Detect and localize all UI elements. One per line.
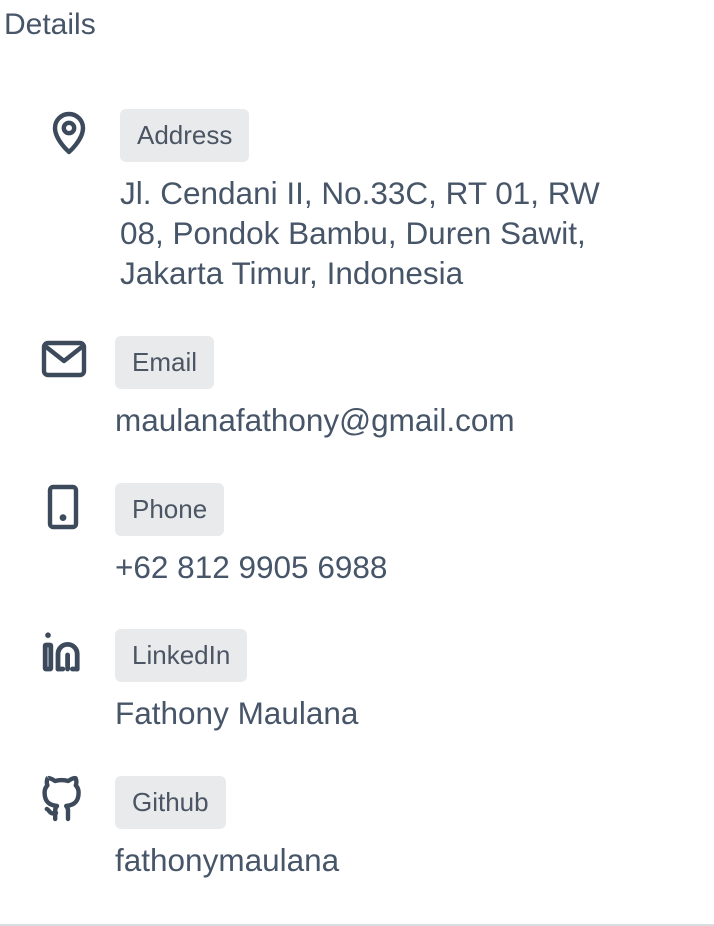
mail-icon bbox=[40, 335, 88, 383]
linkedin-value[interactable]: Fathony Maulana bbox=[115, 693, 358, 733]
github-value[interactable]: fathonymaulana bbox=[115, 840, 339, 880]
address-label-badge: Address bbox=[120, 109, 250, 162]
linkedin-icon bbox=[40, 628, 88, 676]
phone-value[interactable]: +62 812 9905 6988 bbox=[115, 547, 387, 587]
map-pin-icon bbox=[45, 108, 93, 156]
email-label-badge: Email bbox=[115, 336, 215, 389]
details-panel: Details Address Jl. Cendani II, No.33C, … bbox=[0, 0, 714, 926]
linkedin-label-badge: LinkedIn bbox=[115, 629, 248, 682]
github-label-badge: Github bbox=[115, 776, 226, 829]
section-title: Details bbox=[4, 8, 96, 41]
email-value[interactable]: maulanafathony@gmail.com bbox=[115, 400, 515, 440]
phone-label-badge: Phone bbox=[115, 483, 225, 536]
address-value: Jl. Cendani II, No.33C, RT 01, RW 08, Po… bbox=[120, 175, 600, 291]
github-icon bbox=[38, 775, 86, 823]
phone-icon bbox=[40, 483, 88, 531]
